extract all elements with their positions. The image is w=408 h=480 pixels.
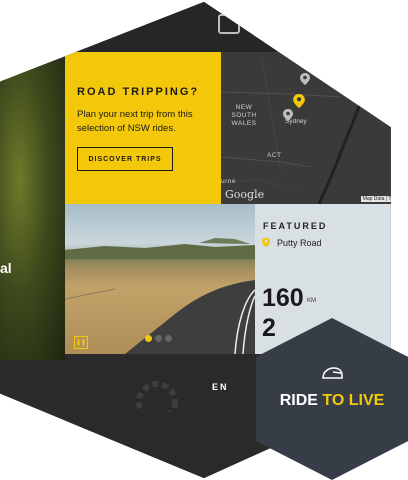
road-trip-promo: ROAD TRIPPING? Plan your next trip from …: [65, 52, 221, 204]
bottom-partial-text: EN: [212, 382, 229, 392]
background-photo: [0, 60, 65, 360]
featured-distance: 160: [262, 284, 304, 312]
map-pin-active-icon[interactable]: [293, 94, 305, 108]
featured-road-name: Putty Road: [277, 238, 322, 248]
top-frame-icon: [218, 14, 240, 34]
discover-trips-button[interactable]: DISCOVER TRIPS: [77, 147, 173, 171]
carousel-dot-2[interactable]: [155, 335, 162, 342]
map-label-urne: urne: [221, 178, 237, 185]
slideshow-photo: ❚❚: [65, 204, 255, 354]
map-lines: [221, 52, 378, 204]
promo-heading: ROAD TRIPPING?: [77, 86, 200, 98]
ride-to-live-logo: RIDE TO LIVE: [256, 392, 408, 410]
map-attribution[interactable]: Map Data | Terms: [360, 196, 391, 202]
map-data-link[interactable]: Map Data: [363, 196, 385, 202]
map-label-nsw: NEW SOUTH WALES: [231, 104, 257, 127]
map-label-act: ACT: [267, 152, 282, 159]
featured-label: FEATURED: [263, 221, 328, 231]
badge-text-ride: RIDE: [279, 392, 323, 409]
carousel-dots: [145, 335, 172, 342]
pause-button[interactable]: ❚❚: [74, 336, 88, 349]
google-logo: Google: [225, 188, 265, 201]
map-panel[interactable]: NEW SOUTH WALES ACT urne Sydney Google M…: [221, 52, 391, 204]
featured-second-stat: 2: [262, 314, 276, 342]
promo-intro: Plan your next trip from this selection …: [77, 109, 193, 134]
map-pin-icon[interactable]: [283, 109, 293, 121]
distance-unit: KM: [307, 298, 316, 304]
location-pin-icon: [262, 237, 270, 248]
map-pin-icon[interactable]: [300, 73, 310, 85]
road-illustration: [65, 238, 255, 354]
gear-icon: [136, 381, 178, 412]
badge-text-to-live: TO LIVE: [322, 392, 385, 409]
carousel-dot-3[interactable]: [165, 335, 172, 342]
carousel-dot-1[interactable]: [145, 335, 152, 342]
map-terms-link[interactable]: Terms: [388, 196, 390, 202]
helmet-icon: [322, 367, 343, 379]
side-partial-text: al: [0, 260, 12, 276]
